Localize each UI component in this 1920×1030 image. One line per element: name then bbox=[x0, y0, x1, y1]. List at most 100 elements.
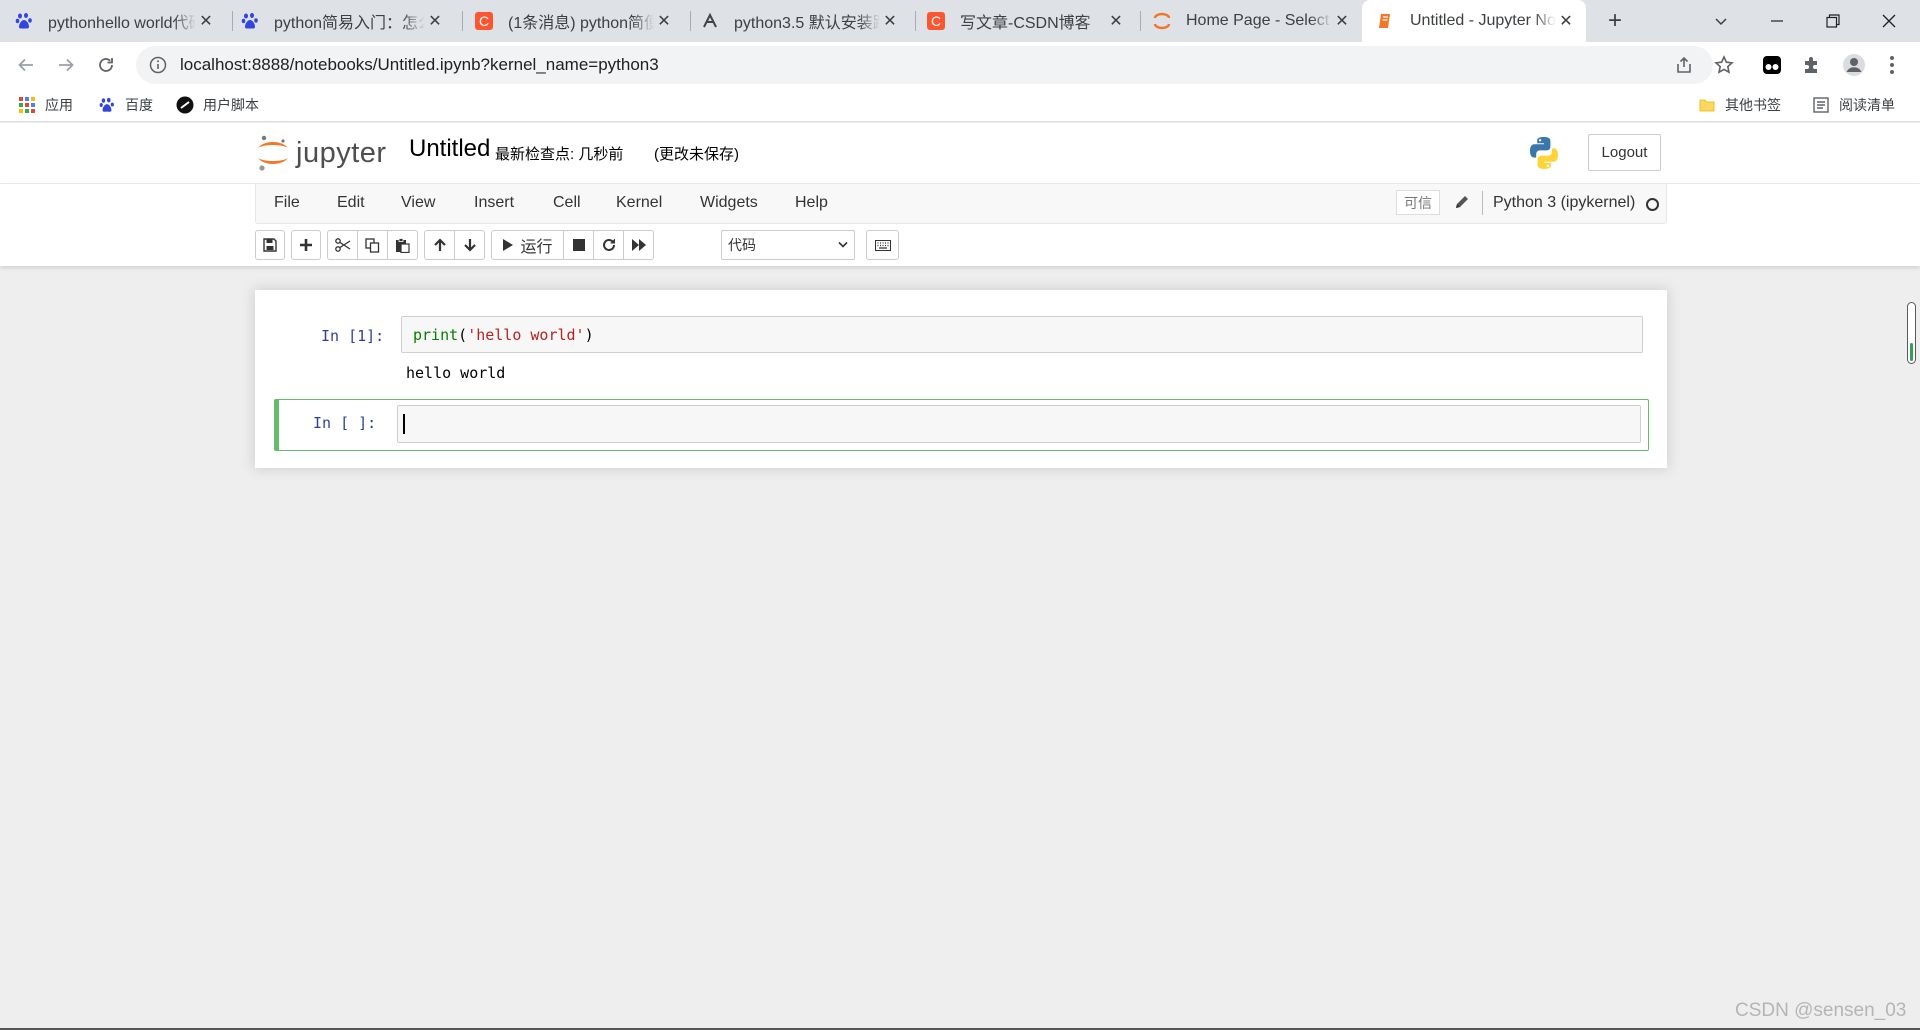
code-cell-selected[interactable]: In [ ]: bbox=[274, 399, 1649, 451]
bookmark-userscript[interactable]: 用户脚本 bbox=[176, 93, 259, 117]
bookmark-reading-list[interactable]: 阅读清单 bbox=[1812, 93, 1895, 117]
baidu-paw-icon bbox=[98, 96, 116, 114]
url-text[interactable]: localhost:8888/notebooks/Untitled.ipynb?… bbox=[180, 55, 659, 75]
logout-button[interactable]: Logout bbox=[1588, 134, 1661, 171]
bookmark-star-icon[interactable] bbox=[1708, 49, 1740, 81]
browser-tab-active[interactable]: Untitled - Jupyter No ✕ bbox=[1362, 0, 1586, 42]
kernel-separator bbox=[1482, 191, 1483, 215]
pencil-icon[interactable] bbox=[1454, 194, 1472, 212]
browser-tab-6[interactable]: Home Page - Select ✕ bbox=[1152, 0, 1362, 42]
input-prompt: In [1]: bbox=[321, 327, 385, 345]
tab-close-icon[interactable]: ✕ bbox=[1106, 11, 1126, 31]
share-icon[interactable] bbox=[1668, 49, 1700, 81]
notebook-container: In [1]: print('hello world') hello world… bbox=[255, 290, 1667, 468]
tab-close-icon[interactable]: ✕ bbox=[425, 11, 445, 31]
stop-icon bbox=[572, 239, 585, 251]
bookmark-other[interactable]: 其他书签 bbox=[1698, 93, 1781, 117]
insert-cell-button[interactable] bbox=[291, 230, 321, 260]
bookmark-apps[interactable]: 应用 bbox=[18, 93, 73, 117]
scissors-icon bbox=[334, 238, 351, 252]
code-editor[interactable]: print('hello world') bbox=[401, 316, 1643, 353]
code-paren-close: ) bbox=[584, 326, 594, 344]
site-info-icon[interactable] bbox=[148, 55, 168, 75]
tab-title: 写文章-CSDN博客 bbox=[960, 15, 1091, 32]
extension-tampermonkey-icon[interactable] bbox=[1756, 49, 1788, 81]
command-palette-button[interactable] bbox=[866, 230, 899, 260]
menu-widgets[interactable]: Widgets bbox=[700, 194, 758, 212]
new-tab-button[interactable]: + bbox=[1600, 6, 1630, 36]
jupyter-icon bbox=[1152, 11, 1172, 31]
baidu-paw-icon bbox=[14, 11, 34, 31]
kernel-name[interactable]: Python 3 (ipykernel) bbox=[1493, 194, 1635, 212]
checkpoint-status: 最新检查点: 几秒前 bbox=[495, 146, 624, 163]
move-up-button[interactable] bbox=[424, 230, 455, 260]
notebook-name[interactable]: Untitled bbox=[409, 135, 490, 163]
profile-avatar-icon[interactable] bbox=[1838, 49, 1870, 81]
move-down-button[interactable] bbox=[454, 230, 485, 260]
menu-kernel[interactable]: Kernel bbox=[616, 194, 662, 212]
input-prompt: In [ ]: bbox=[313, 414, 377, 432]
minimize-icon[interactable] bbox=[1749, 0, 1805, 42]
scroll-indicator[interactable] bbox=[1907, 302, 1916, 364]
copy-icon bbox=[365, 237, 380, 253]
tab-title: Home Page - Select bbox=[1186, 12, 1330, 29]
browser-tab-1[interactable]: pythonhello world代码 ✕ bbox=[14, 0, 226, 42]
tab-close-icon[interactable]: ✕ bbox=[1556, 11, 1576, 31]
save-icon bbox=[263, 238, 277, 252]
cut-button[interactable] bbox=[327, 230, 358, 260]
interrupt-button[interactable] bbox=[563, 230, 594, 260]
trusted-indicator[interactable]: 可信 bbox=[1396, 190, 1440, 215]
tab-strip: pythonhello world代码 ✕ python简易入门：怎么 ✕ C … bbox=[0, 0, 1920, 42]
notebook-icon bbox=[1376, 11, 1396, 31]
cell-type-value: 代码 bbox=[728, 237, 756, 253]
menu-edit[interactable]: Edit bbox=[337, 194, 365, 212]
browser-tab-3[interactable]: C (1条消息) python简便 ✕ bbox=[474, 0, 684, 42]
notebook-toolbar-area: File Edit View Insert Cell Kernel Widget… bbox=[0, 183, 1920, 266]
restore-icon[interactable] bbox=[1805, 0, 1861, 42]
save-button[interactable] bbox=[255, 230, 285, 260]
tab-close-icon[interactable]: ✕ bbox=[1332, 11, 1352, 31]
close-window-icon[interactable] bbox=[1861, 0, 1917, 42]
extensions-puzzle-icon[interactable] bbox=[1796, 49, 1828, 81]
tab-close-icon[interactable]: ✕ bbox=[654, 11, 674, 31]
more-menu-icon[interactable] bbox=[1876, 49, 1908, 81]
generic-site-icon bbox=[700, 11, 720, 31]
fast-forward-icon bbox=[631, 238, 647, 252]
address-bar[interactable]: localhost:8888/notebooks/Untitled.ipynb?… bbox=[136, 46, 1713, 84]
bookmark-label: 用户脚本 bbox=[203, 97, 259, 113]
apps-grid-icon bbox=[18, 96, 36, 114]
menu-insert[interactable]: Insert bbox=[474, 194, 514, 212]
restart-run-all-button[interactable] bbox=[623, 230, 654, 260]
tab-search-chevron-icon[interactable] bbox=[1693, 0, 1749, 42]
paste-button[interactable] bbox=[387, 230, 418, 260]
menu-view[interactable]: View bbox=[401, 194, 435, 212]
bookmark-baidu[interactable]: 百度 bbox=[98, 93, 153, 117]
cell-type-select[interactable]: 代码 bbox=[721, 230, 855, 260]
arrow-down-icon bbox=[463, 238, 477, 252]
browser-toolbar: localhost:8888/notebooks/Untitled.ipynb?… bbox=[0, 42, 1920, 88]
unsaved-changes-status: (更改未保存) bbox=[654, 146, 739, 163]
menu-cell[interactable]: Cell bbox=[553, 194, 581, 212]
jupyter-logo-text: jupyter bbox=[296, 136, 387, 169]
run-button[interactable]: 运行 bbox=[491, 230, 564, 260]
browser-tab-2[interactable]: python简易入门：怎么 ✕ bbox=[240, 0, 455, 42]
tab-close-icon[interactable]: ✕ bbox=[196, 11, 216, 31]
tab-separator bbox=[690, 11, 691, 31]
restart-button[interactable] bbox=[593, 230, 624, 260]
menu-help[interactable]: Help bbox=[795, 194, 828, 212]
forward-arrow-icon[interactable] bbox=[50, 49, 82, 81]
menu-file[interactable]: File bbox=[274, 194, 300, 212]
browser-tab-4[interactable]: python3.5 默认安装路 ✕ bbox=[700, 0, 910, 42]
tab-close-icon[interactable]: ✕ bbox=[880, 11, 900, 31]
csdn-icon: C bbox=[926, 11, 946, 31]
code-editor[interactable] bbox=[397, 405, 1641, 443]
reload-icon[interactable] bbox=[90, 49, 122, 81]
folder-icon bbox=[1698, 96, 1716, 114]
bookmark-label: 阅读清单 bbox=[1839, 97, 1895, 113]
tab-separator bbox=[232, 11, 233, 31]
copy-button[interactable] bbox=[357, 230, 388, 260]
bookmark-label: 百度 bbox=[125, 97, 153, 113]
jupyter-logo[interactable]: jupyter bbox=[256, 133, 387, 173]
back-arrow-icon[interactable] bbox=[10, 49, 42, 81]
browser-tab-5[interactable]: C 写文章-CSDN博客 ✕ bbox=[926, 0, 1136, 42]
